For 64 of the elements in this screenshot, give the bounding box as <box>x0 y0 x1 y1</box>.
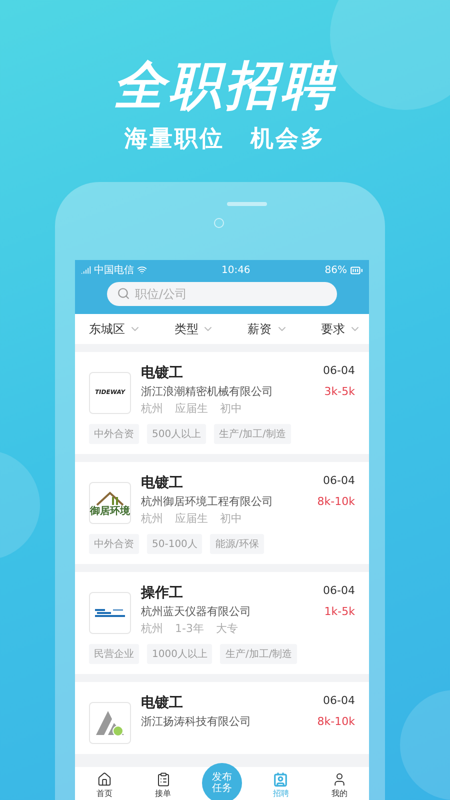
company-tag: 50-100人 <box>147 534 202 554</box>
post-date: 06-04 <box>323 474 355 488</box>
job-requirement: 大专 <box>216 621 238 636</box>
job-requirement: 1-3年 <box>175 621 204 636</box>
hero-subtitle: 海量职位 <box>124 125 224 154</box>
house-icon <box>95 490 125 506</box>
tab-item[interactable]: 首页 <box>84 772 124 799</box>
tab-item[interactable]: 我的 <box>320 772 360 799</box>
company-name: 浙江浪潮精密机械有限公司 <box>141 384 274 400</box>
job-title: 电镀工 <box>141 364 184 382</box>
home-icon <box>96 772 112 787</box>
search-icon <box>117 287 130 300</box>
tab-item[interactable]: 接单 <box>143 772 184 799</box>
salary-text: 3k-5k <box>324 385 355 398</box>
filter-dropdown[interactable]: 薪资 <box>248 320 288 338</box>
filter-dropdown[interactable]: 类型 <box>174 320 214 338</box>
company-tag: 1000人以上 <box>147 644 212 664</box>
company-tag: 民营企业 <box>89 644 139 664</box>
hero-title: 全职招聘 <box>113 58 337 116</box>
job-requirement: 应届生 <box>175 401 208 416</box>
company-name: 杭州蓝天仪器有限公司 <box>141 604 252 620</box>
speaker-grille <box>227 202 267 206</box>
job-title: 电镀工 <box>141 474 184 492</box>
signal-icon <box>81 265 91 276</box>
user-icon <box>332 772 348 787</box>
battery-icon <box>350 264 363 277</box>
company-name: 浙江扬涛科技有限公司 <box>141 714 252 730</box>
post-date: 06-04 <box>323 694 355 708</box>
job-requirement: 初中 <box>220 511 242 526</box>
hero-subtitle: 机会多 <box>250 125 326 154</box>
clock-text: 10:46 <box>221 264 250 276</box>
logo-text: 御居环境 <box>90 506 130 517</box>
company-name: 杭州御居环境工程有限公司 <box>141 494 274 510</box>
salary-text: 1k-5k <box>324 605 355 618</box>
job-title: 操作工 <box>141 584 184 602</box>
job-requirement: 杭州 <box>141 511 163 526</box>
logo-drawing <box>94 709 126 738</box>
company-tag: 生产/加工/制造 <box>214 424 291 444</box>
camera-dot <box>214 218 224 228</box>
job-requirement: 杭州 <box>141 401 163 416</box>
salary-text: 8k-10k <box>317 715 355 728</box>
job-requirement: 应届生 <box>175 511 208 526</box>
company-tag: 能源/环保 <box>210 534 264 554</box>
id-card-icon <box>273 772 288 787</box>
job-card[interactable]: 御居环境 电镀工 杭州御居环境工程有限公司 杭州 应届生 初中 06-04 8k-10k 中外合资 50-100人 能源/环保 <box>75 462 369 564</box>
job-card[interactable]: 电镀工 浙江扬涛科技有限公司 06-04 8k-10k <box>75 682 369 754</box>
job-card[interactable]: 操作工 杭州蓝天仪器有限公司 杭州 1-3年 大专 06-04 1k-5k 民营企业 1000人以上 生产/加工/制造 <box>75 572 369 674</box>
battery-text: 86% <box>324 264 347 276</box>
post-date: 06-04 <box>323 584 355 598</box>
company-tag: 中外合资 <box>89 534 139 554</box>
logo-drawing <box>93 607 127 620</box>
job-requirement: 初中 <box>220 401 242 416</box>
job-title: 电镀工 <box>141 694 184 712</box>
post-date: 06-04 <box>323 364 355 378</box>
clipboard-icon <box>156 772 171 787</box>
carrier-text: 中国电信 <box>94 264 134 278</box>
filter-dropdown[interactable]: 要求 <box>320 320 361 338</box>
filter-dropdown[interactable]: 东城区 <box>89 320 141 338</box>
job-requirement: 杭州 <box>141 621 163 636</box>
company-tag: 生产/加工/制造 <box>220 644 298 664</box>
search-field[interactable]: 职位/公司 <box>107 282 337 306</box>
company-tag: 500人以上 <box>147 424 206 444</box>
salary-text: 8k-10k <box>317 495 355 508</box>
company-tag: 中外合资 <box>89 424 139 444</box>
